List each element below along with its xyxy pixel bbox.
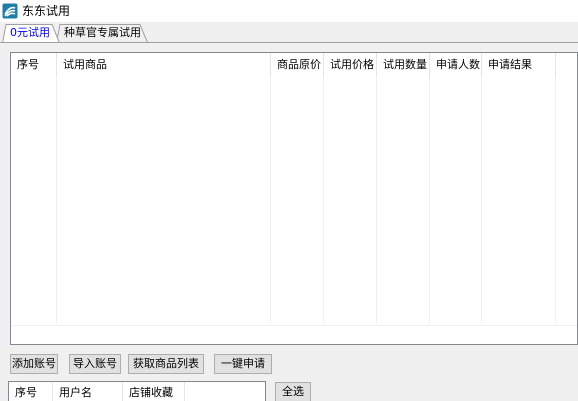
fetch-product-list-button[interactable]: 获取商品列表 (128, 354, 204, 374)
column-divider (376, 77, 377, 324)
column-header-username[interactable]: 用户名 (53, 382, 123, 401)
column-header-trial-quantity[interactable]: 试用数量 (377, 53, 430, 77)
column-header-trial-price[interactable]: 试用价格 (324, 53, 377, 77)
column-header-result[interactable]: 申请结果 (482, 53, 556, 77)
column-divider (270, 77, 271, 324)
one-click-apply-button[interactable]: 一键申请 (214, 354, 272, 374)
column-header-original-price[interactable]: 商品原价 (271, 53, 324, 77)
column-divider (429, 77, 430, 324)
select-all-button[interactable]: 全选 (275, 382, 311, 401)
column-divider (56, 77, 57, 324)
column-divider (323, 77, 324, 324)
add-account-button[interactable]: 添加账号 (10, 354, 58, 374)
tab-zero-yuan-trial-label: 0元试用 (10, 26, 50, 39)
trial-product-list[interactable]: 序号 试用商品 商品原价 试用价格 试用数量 申请人数 申请结果 (10, 52, 578, 345)
column-header-shop-favorite[interactable]: 店铺收藏 (123, 382, 185, 401)
tab-zero-yuan-trial[interactable]: 0元试用 (2, 23, 60, 43)
tab-strip: 种草官专属试用 0元试用 (0, 23, 578, 43)
column-header-index[interactable]: 序号 (11, 53, 57, 77)
column-header-account-index[interactable]: 序号 (9, 382, 53, 401)
column-header-product[interactable]: 试用商品 (57, 53, 271, 77)
account-list[interactable]: 序号 用户名 店铺收藏 (8, 381, 266, 401)
window-title: 东东试用 (22, 4, 71, 18)
import-account-button[interactable]: 导入账号 (69, 354, 121, 374)
tab-seeding-trial[interactable]: 种草官专属试用 (56, 23, 148, 43)
column-divider (555, 77, 556, 324)
app-logo-icon (2, 3, 18, 19)
horizontal-scrollbar[interactable] (11, 325, 577, 344)
column-divider (481, 77, 482, 324)
title-bar: 东东试用 (0, 0, 578, 22)
tab-seeding-trial-label: 种草官专属试用 (64, 26, 141, 39)
list-header: 序号 试用商品 商品原价 试用价格 试用数量 申请人数 申请结果 (11, 53, 577, 77)
column-header-applicants[interactable]: 申请人数 (430, 53, 482, 77)
